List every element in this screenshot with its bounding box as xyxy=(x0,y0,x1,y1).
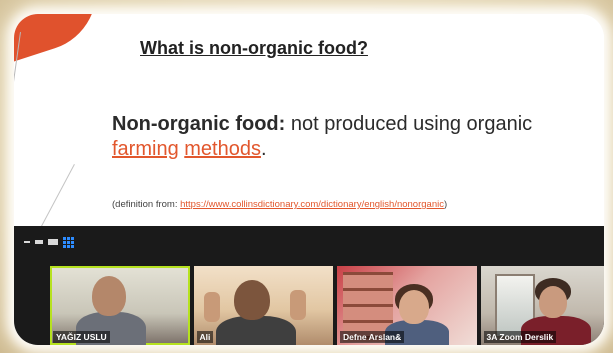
raised-hand xyxy=(289,290,306,320)
source-url-link[interactable]: https://www.collinsdictionary.com/dictio… xyxy=(180,199,444,210)
participant-face xyxy=(233,280,270,320)
slide-corner-accent xyxy=(14,14,112,67)
farming-link[interactable]: farming xyxy=(112,138,179,160)
participant-face xyxy=(399,290,429,324)
participant-tile[interactable]: Ali xyxy=(193,266,333,345)
slide-decor-line xyxy=(36,164,75,236)
definition-text: Non-organic food: not produced using org… xyxy=(112,112,572,162)
participant-tile[interactable]: Defne Arslan& xyxy=(337,266,477,345)
slide-title: What is non-organic food? xyxy=(140,38,368,58)
source-prefix: (definition from: xyxy=(112,199,181,210)
methods-link[interactable]: methods xyxy=(184,138,261,160)
presentation-slide: What is non-organic food? Non-organic fo… xyxy=(14,14,604,236)
participant-name: Ali xyxy=(196,331,214,343)
source-suffix: ) xyxy=(443,199,448,210)
participant-name: YAĞIZ USLU xyxy=(53,331,110,343)
definition-source: (definition from: https://www.collinsdic… xyxy=(112,199,602,210)
view-controls xyxy=(24,236,74,248)
participant-face xyxy=(538,286,567,318)
zoom-participant-strip: YAĞIZ USLU Ali Defne Arslan& 3A Zoom Der… xyxy=(14,226,604,345)
slide-decor-line xyxy=(14,32,21,231)
participant-name: 3A Zoom Derslik xyxy=(483,331,557,343)
speaker-view-icon[interactable] xyxy=(48,239,58,245)
participant-face xyxy=(92,276,126,316)
participant-tile[interactable]: YAĞIZ USLU xyxy=(50,266,190,345)
definition-term: Non-organic food: xyxy=(112,113,286,135)
participant-tile[interactable]: 3A Zoom Derslik xyxy=(480,266,604,345)
definition-end: . xyxy=(260,138,267,160)
screen-window: What is non-organic food? Non-organic fo… xyxy=(14,14,604,345)
raised-hand xyxy=(203,292,220,322)
definition-body: not produced using organic xyxy=(285,113,533,135)
gallery-view-icon[interactable] xyxy=(63,236,74,248)
participant-video xyxy=(215,316,296,345)
strip-view-icon[interactable] xyxy=(35,240,43,244)
participant-tiles: YAĞIZ USLU Ali Defne Arslan& 3A Zoom Der… xyxy=(50,266,604,345)
participant-name: Defne Arslan& xyxy=(340,331,405,343)
minimize-icon[interactable] xyxy=(24,241,30,243)
